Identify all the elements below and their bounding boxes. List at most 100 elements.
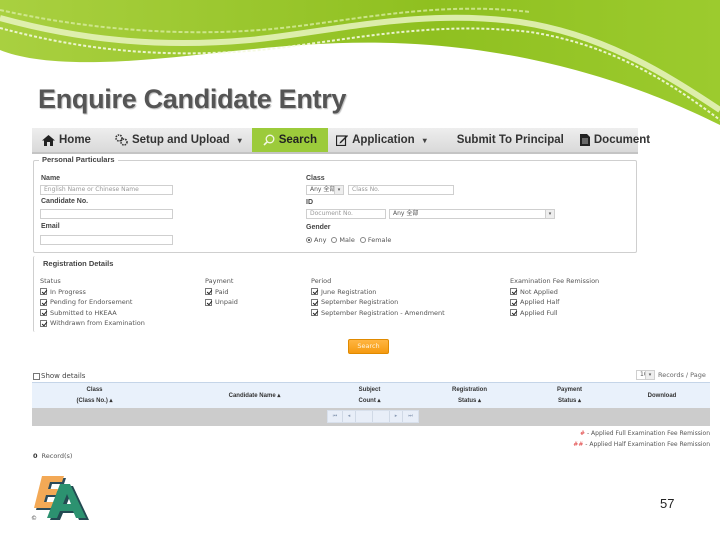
prev-page-button[interactable]: ◂ (343, 411, 356, 422)
remission-option[interactable]: Not Applied (510, 287, 599, 297)
gender-any-radio[interactable] (306, 237, 312, 243)
checkbox[interactable] (510, 298, 517, 306)
note-text: - Applied Full Examination Fee Remission (585, 430, 710, 437)
remission-group: Examination Fee Remission Not Applied Ap… (510, 277, 599, 318)
nav-document-label: Document (593, 134, 651, 146)
records-per-page-label: Records / Page (658, 371, 706, 379)
show-details-toggle[interactable]: Show details (33, 372, 85, 380)
column-candidate-name[interactable]: Candidate Name ▴ (197, 383, 312, 409)
column-download-label: Download (647, 392, 677, 399)
column-class[interactable]: Class (Class No.) ▴ (52, 383, 137, 409)
chevron-down-icon: ▾ (334, 186, 343, 194)
checkbox[interactable] (40, 309, 47, 317)
chevron-down-icon: ▾ (422, 135, 427, 145)
checkbox[interactable] (40, 288, 47, 296)
note-mark: ## (573, 441, 584, 448)
remission-option[interactable]: Applied Half (510, 298, 599, 308)
id-type-select[interactable]: Any 全部 ▾ (389, 209, 555, 219)
column-payment-line2: Status ▴ (557, 398, 581, 404)
records-per-page-select[interactable]: 10 ▾ (636, 370, 655, 380)
checkbox[interactable] (205, 288, 212, 296)
show-details-label: Show details (41, 372, 86, 380)
class-select-value: Any 全部 (310, 186, 336, 193)
record-count-label: Record(s) (41, 452, 73, 460)
checkbox[interactable] (311, 288, 318, 296)
column-subject-count[interactable]: Subject Count ▴ (342, 383, 397, 409)
last-page-button[interactable]: ⏭ (403, 411, 418, 422)
gender-any-label: Any (314, 236, 327, 244)
candidate-no-label: Candidate No. (41, 198, 89, 205)
period-option[interactable]: June Registration (311, 287, 445, 297)
nav-home[interactable]: Home (32, 128, 101, 152)
email-label: Email (41, 223, 60, 230)
nav-search-label: Search (278, 134, 318, 146)
nav-setup-label: Setup and Upload (131, 134, 230, 146)
chevron-down-icon: ▾ (237, 135, 242, 145)
status-group: Status In Progress Pending for Endorseme… (40, 277, 145, 328)
nav-setup-and-upload[interactable]: Setup and Upload ▾ (101, 128, 252, 152)
column-payment-status[interactable]: Payment Status ▴ (537, 383, 602, 409)
checkbox[interactable] (311, 309, 318, 317)
note-full-remission: # - Applied Full Examination Fee Remissi… (580, 430, 710, 437)
column-subject-line2: Count ▴ (358, 398, 381, 404)
document-icon (579, 134, 590, 146)
gender-female-label: Female (367, 236, 392, 244)
checkbox[interactable] (40, 319, 47, 327)
payment-option[interactable]: Paid (205, 287, 238, 297)
candidate-no-input[interactable] (40, 209, 173, 219)
checkbox[interactable] (205, 298, 212, 306)
slide-title: Enquire Candidate Entry (38, 84, 347, 114)
nav-home-label: Home (59, 134, 91, 146)
gender-female-radio[interactable] (359, 237, 366, 243)
column-subject-line1: Subject (358, 387, 381, 393)
gender-male-radio[interactable] (331, 237, 338, 243)
remission-option[interactable]: Applied Full (510, 308, 599, 318)
name-input[interactable]: English Name or Chinese Name (40, 185, 173, 195)
gender-male-label: Male (339, 236, 355, 244)
remission-option-label: Not Applied (520, 287, 558, 296)
payment-title: Payment (205, 277, 234, 285)
nav-search[interactable]: Search (251, 128, 329, 152)
name-label: Name (41, 175, 61, 182)
gender-radio-group: Any Male Female (306, 236, 394, 244)
column-class-line1: Class (86, 387, 103, 393)
status-option[interactable]: Withdrawn from Examination (40, 319, 145, 329)
payment-option-label: Paid (215, 287, 229, 296)
payment-group: Payment Paid Unpaid (205, 277, 238, 307)
chevron-down-icon: ▾ (545, 210, 554, 218)
payment-option[interactable]: Unpaid (205, 298, 238, 308)
status-option[interactable]: Pending for Endorsement (40, 298, 145, 308)
period-option[interactable]: September Registration (311, 298, 445, 308)
settings-icon (115, 134, 128, 146)
checkbox[interactable] (40, 298, 47, 306)
checkbox[interactable] (311, 298, 318, 306)
page-input[interactable] (356, 411, 373, 422)
home-icon (42, 134, 55, 146)
show-details-checkbox[interactable] (33, 372, 40, 380)
personal-particulars-legend: Personal Particulars (39, 155, 118, 164)
search-button[interactable]: Search (348, 339, 389, 354)
email-input[interactable] (40, 235, 173, 245)
nav-document[interactable]: Document (574, 128, 660, 152)
column-candidate-name-label: Candidate Name ▴ (228, 392, 281, 399)
period-option[interactable]: September Registration - Amendment (311, 308, 445, 318)
column-registration-status[interactable]: Registration Status ▴ (437, 383, 502, 409)
record-count-value: 0 (33, 452, 38, 460)
nav-application[interactable]: Application ▾ (328, 128, 437, 152)
first-page-button[interactable]: ⏮ (328, 411, 343, 422)
remission-option-label: Applied Full (520, 308, 558, 317)
copyright-mark: © (31, 515, 37, 522)
class-select[interactable]: Any 全部 ▾ (306, 185, 344, 195)
status-option[interactable]: Submitted to HKEAA (40, 308, 145, 318)
status-option[interactable]: In Progress (40, 287, 145, 297)
edit-icon (336, 135, 349, 146)
class-no-input[interactable]: Class No. (348, 185, 454, 195)
document-no-input[interactable]: Document No. (306, 209, 386, 219)
next-page-button[interactable]: ▸ (390, 411, 403, 422)
checkbox[interactable] (510, 309, 517, 317)
checkbox[interactable] (510, 288, 517, 296)
period-option-label: September Registration - Amendment (321, 308, 445, 317)
column-registration-line1: Registration (451, 387, 487, 393)
nav-submit-to-principal[interactable]: Submit To Principal (437, 128, 574, 152)
nav-bar: Home Setup and Upload ▾ Search Applicati… (32, 128, 650, 154)
